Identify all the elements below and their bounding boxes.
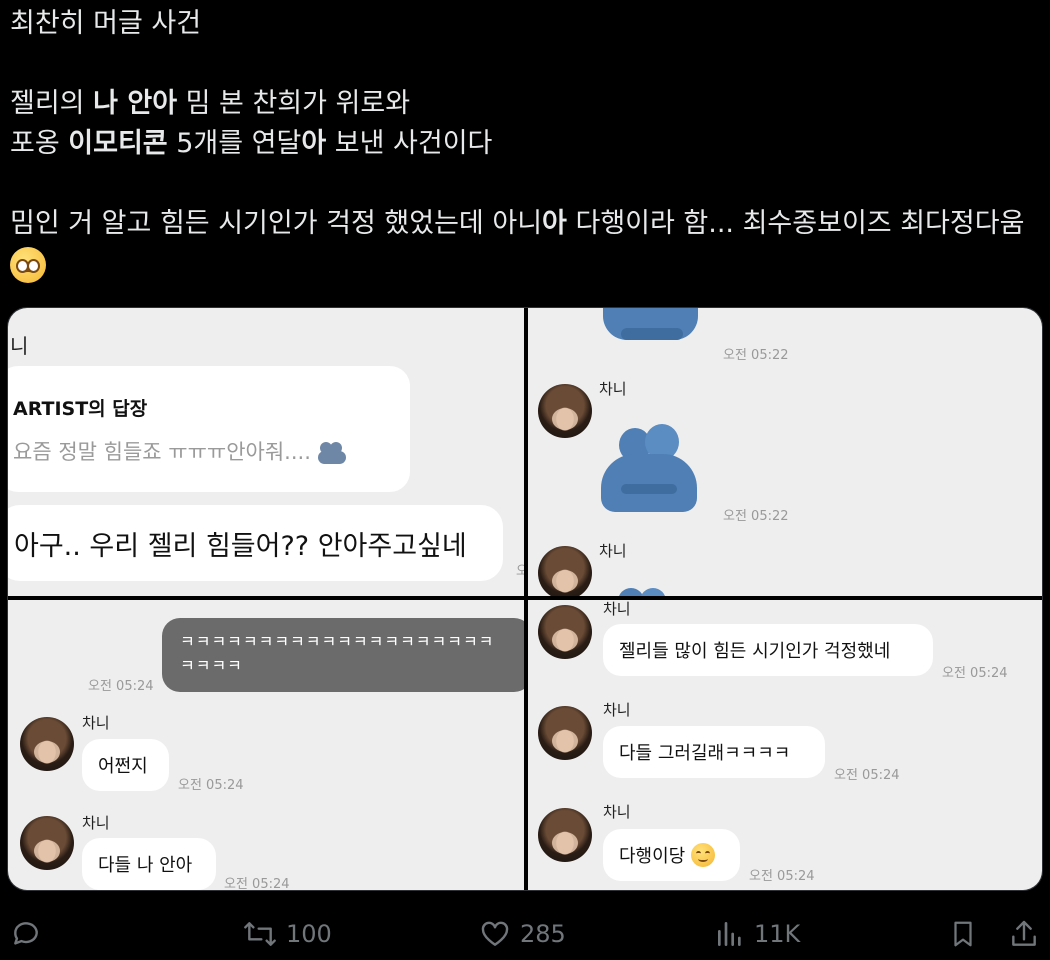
sender-name: 차니 xyxy=(603,701,631,719)
avatar[interactable] xyxy=(538,706,592,760)
share-icon xyxy=(1012,920,1036,946)
sent-bubble: ㅋㅋㅋㅋㅋㅋㅋㅋㅋㅋㅋㅋㅋㅋㅋㅋㅋㅋㅋㅋ ㅋㅋㅋㅋ xyxy=(162,618,524,692)
message-bubble: 다들 나 안아 xyxy=(82,838,216,890)
avatar[interactable] xyxy=(20,816,74,870)
sender-name: 차니 xyxy=(603,600,631,618)
message-bubble: 다행이당 xyxy=(603,829,740,881)
avatar[interactable] xyxy=(538,605,592,659)
message-bubble: 젤리들 많이 힘든 시기인가 걱정했네 xyxy=(603,624,933,676)
like-button[interactable]: 285 xyxy=(478,918,566,950)
retweet-icon xyxy=(244,922,276,946)
post-line-3: 포옹 이모티콘 5개를 연달아 보낸 사건이다 xyxy=(10,128,493,159)
hug-emoji-icon xyxy=(317,442,346,464)
view-count: 11K xyxy=(754,920,801,948)
message-bubble: 다들 그러길래ㅋㅋㅋㅋ xyxy=(603,726,825,778)
post-text: 최찬히 머글 사건 젤리의 나 안아 밈 본 찬희가 위로와 포옹 이모티콘 5… xyxy=(10,4,1045,284)
reply-icon xyxy=(14,922,38,945)
time-label: 오전 05:24 xyxy=(749,869,815,884)
time-label: 오전 05:24 xyxy=(88,679,154,694)
artist-reply-quote: 요즘 정말 힘들죠 ㅠㅠㅠ안아줘.... xyxy=(13,436,346,466)
post-line-2: 젤리의 나 안아 밈 본 찬희가 위로와 xyxy=(10,88,411,119)
time-label: 오전 05:24 xyxy=(224,877,290,891)
avatar[interactable] xyxy=(538,808,592,862)
time-label: 오전 05:24 xyxy=(178,778,244,793)
time-label: 오전 05:22 xyxy=(723,348,789,363)
sender-name: 차니 xyxy=(82,814,110,832)
message-bubble: 어쩐지 xyxy=(82,739,169,791)
time-label: 오전 05:22 xyxy=(723,509,789,524)
edge-time-fragment: 오 xyxy=(516,560,524,579)
panel1-top-label: 니 xyxy=(10,334,29,358)
avatar[interactable] xyxy=(538,546,592,596)
reply-button[interactable] xyxy=(10,918,42,950)
message-bubble: 아구.. 우리 젤리 힘들어?? 안아주고싶네 xyxy=(8,505,503,581)
sender-name: 차니 xyxy=(603,803,631,821)
retweet-button[interactable]: 100 xyxy=(242,918,332,950)
hug-emoticon-icon xyxy=(601,424,697,512)
emoji-line xyxy=(10,244,1045,284)
views-button[interactable]: 11K xyxy=(714,918,800,950)
share-button[interactable] xyxy=(1008,918,1040,950)
time-label: 오전 05:24 xyxy=(834,768,900,783)
screenshot-panel-2[interactable]: 오전 05:22 차니 오전 05:22 차니 xyxy=(528,308,1042,596)
screenshot-panel-1[interactable]: 니 ARTIST의 답장 요즘 정말 힘들죠 ㅠㅠㅠ안아줘.... 아구.. 우… xyxy=(8,308,524,596)
bookmark-icon xyxy=(954,921,972,947)
post-title: 최찬히 머글 사건 xyxy=(10,8,202,39)
retweet-count: 100 xyxy=(286,920,332,948)
pleading-face-icon xyxy=(10,246,46,283)
time-label: 오전 05:24 xyxy=(942,666,1008,681)
media-grid[interactable]: 니 ARTIST의 답장 요즘 정말 힘들죠 ㅠㅠㅠ안아줘.... 아구.. 우… xyxy=(7,307,1043,891)
hug-emoticon-icon xyxy=(618,588,678,596)
heart-icon xyxy=(481,921,509,946)
artist-reply-card: ARTIST의 답장 요즘 정말 힘들죠 ㅠㅠㅠ안아줘.... xyxy=(8,366,410,492)
smiling-face-icon xyxy=(691,843,716,867)
sender-name: 차니 xyxy=(82,714,110,732)
artist-reply-title: ARTIST의 답장 xyxy=(13,398,148,420)
sender-name: 차니 xyxy=(599,542,627,560)
sender-name: 차니 xyxy=(599,380,627,398)
hug-emoticon-icon xyxy=(603,308,698,350)
analytics-icon xyxy=(718,922,741,946)
post-line-4: 밈인 거 알고 힘든 시기인가 걱정 했었는데 아니아 다행이라 함... 최수… xyxy=(10,208,1025,239)
action-bar: 100 285 11K xyxy=(0,912,1050,960)
bookmark-button[interactable] xyxy=(948,918,978,950)
like-count: 285 xyxy=(520,920,566,948)
avatar[interactable] xyxy=(20,717,74,771)
screenshot-panel-4[interactable]: 차니 젤리들 많이 힘든 시기인가 걱정했네 오전 05:24 차니 다들 그러… xyxy=(528,600,1042,890)
screenshot-panel-3[interactable]: ㅋㅋㅋㅋㅋㅋㅋㅋㅋㅋㅋㅋㅋㅋㅋㅋㅋㅋㅋㅋ ㅋㅋㅋㅋ 오전 05:24 차니 어쩐… xyxy=(8,600,524,891)
avatar[interactable] xyxy=(538,384,592,438)
